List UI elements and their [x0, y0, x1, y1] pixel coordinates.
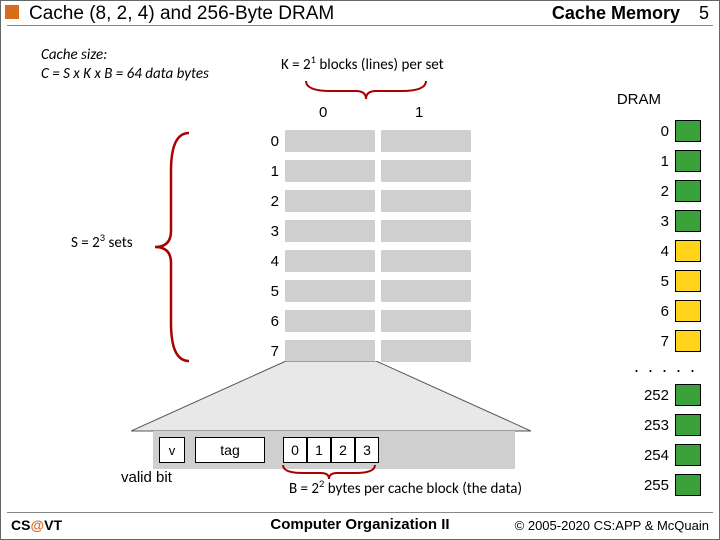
dram-byte — [675, 270, 701, 292]
zoom-tail — [379, 437, 509, 463]
dram-byte — [675, 330, 701, 352]
valid-bit-box: v — [159, 437, 185, 463]
cache-line — [381, 280, 471, 302]
dram-label: DRAM — [617, 91, 661, 108]
accent-square — [5, 5, 19, 19]
cache-line — [381, 310, 471, 332]
valid-bit-label: valid bit — [121, 469, 172, 486]
footer-right: © 2005-2020 CS:APP & McQuain — [515, 518, 709, 533]
cache-line — [381, 250, 471, 272]
cache-line — [285, 130, 375, 152]
dram-7: 7 — [639, 333, 669, 350]
dram-byte — [675, 474, 701, 496]
dram-column: 0 1 2 3 4 5 6 7 . . . . . 252 253 254 25… — [634, 116, 701, 500]
byte-2: 2 — [331, 437, 355, 463]
dram-255: 255 — [639, 477, 669, 494]
cache-line — [285, 310, 375, 332]
cache-row-6: 6 — [261, 313, 279, 330]
bottom-rule — [7, 512, 713, 513]
dram-byte — [675, 240, 701, 262]
slide-title: Cache (8, 2, 4) and 256-Byte DRAM — [29, 3, 334, 25]
dram-2: 2 — [639, 183, 669, 200]
cache-line — [381, 220, 471, 242]
dram-0: 0 — [639, 123, 669, 140]
dram-254: 254 — [639, 447, 669, 464]
dram-3: 3 — [639, 213, 669, 230]
cache-row-5: 5 — [261, 283, 279, 300]
cache-row-4: 4 — [261, 253, 279, 270]
b-label: B = 22 bytes per cache block (the data) — [289, 477, 522, 498]
dram-4: 4 — [639, 243, 669, 260]
cache-row-7: 7 — [261, 343, 279, 360]
brace-k — [301, 79, 431, 101]
header-right: Cache Memory 5 — [552, 3, 709, 24]
dram-byte — [675, 210, 701, 232]
cache-row-0: 0 — [261, 133, 279, 150]
b-pre: B = 2 — [289, 480, 319, 498]
dram-byte — [675, 300, 701, 322]
cache-line — [285, 280, 375, 302]
data-bytes: 0 1 2 3 — [283, 437, 379, 463]
dram-byte — [675, 150, 701, 172]
k-pre: K = 2 — [281, 56, 311, 74]
cache-col-0: 0 — [319, 104, 327, 121]
cache-line — [285, 250, 375, 272]
cache-line — [285, 160, 375, 182]
dram-byte — [675, 444, 701, 466]
cache-size-caption: Cache size: — [41, 46, 107, 64]
cache-line — [381, 130, 471, 152]
k-label: K = 21 blocks (lines) per set — [281, 53, 444, 74]
dram-byte — [675, 384, 701, 406]
byte-3: 3 — [355, 437, 379, 463]
cache-row-3: 3 — [261, 223, 279, 240]
dram-byte — [675, 180, 701, 202]
tag-box: tag — [195, 437, 265, 463]
brace-sets — [151, 131, 191, 363]
top-rule — [7, 25, 713, 26]
b-post: bytes per cache block (the data) — [324, 480, 522, 498]
dram-byte — [675, 120, 701, 142]
cache-size-formula: C = S x K x B = 64 data bytes — [41, 65, 209, 83]
cache-line — [285, 220, 375, 242]
cache-line — [285, 340, 375, 362]
dram-253: 253 — [639, 417, 669, 434]
cache-row-1: 1 — [261, 163, 279, 180]
cache-line — [381, 340, 471, 362]
cache-row-2: 2 — [261, 193, 279, 210]
s-label: S = 23 sets — [71, 231, 133, 252]
cache-line — [381, 190, 471, 212]
cache-line — [381, 160, 471, 182]
dram-5: 5 — [639, 273, 669, 290]
dram-byte — [675, 414, 701, 436]
cache-col-1: 1 — [415, 104, 423, 121]
dram-ellipsis: . . . . . — [634, 356, 701, 380]
dram-252: 252 — [639, 387, 669, 404]
s-pre: S = 2 — [71, 234, 100, 252]
cache-line — [285, 190, 375, 212]
dram-6: 6 — [639, 303, 669, 320]
byte-1: 1 — [307, 437, 331, 463]
cache-grid: 0 1 0 1 2 3 4 5 6 7 — [261, 126, 477, 366]
dram-1: 1 — [639, 153, 669, 170]
page-number: 5 — [691, 3, 709, 24]
s-post: sets — [105, 234, 133, 252]
section-name: Cache Memory — [552, 3, 680, 23]
byte-0: 0 — [283, 437, 307, 463]
k-post: blocks (lines) per set — [316, 56, 444, 74]
cache-size-label: Cache size: C = S x K x B = 64 data byte… — [41, 46, 209, 84]
